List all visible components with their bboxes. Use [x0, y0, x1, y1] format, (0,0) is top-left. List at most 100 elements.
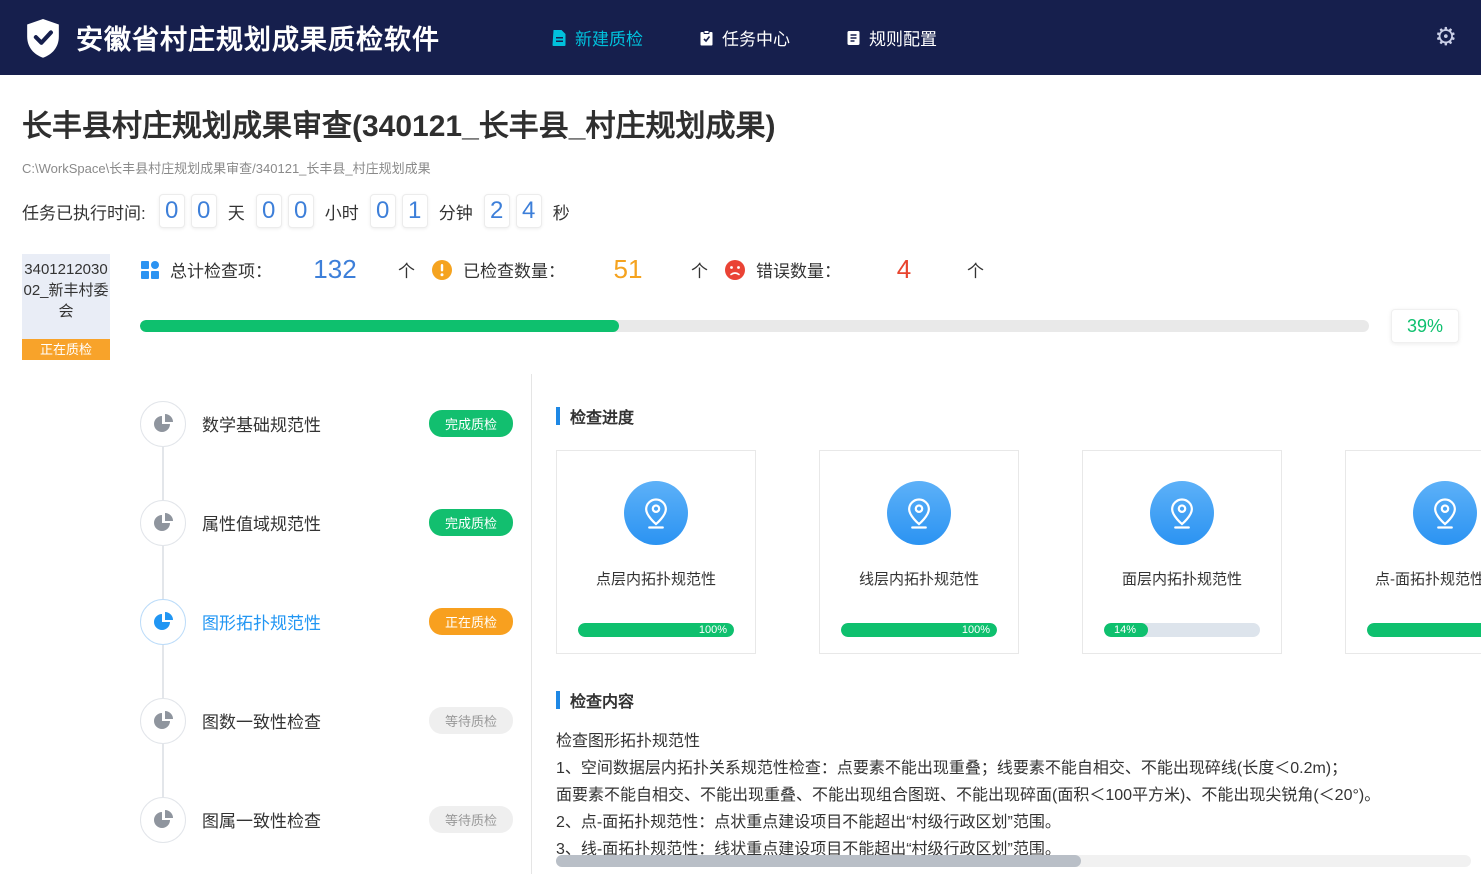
task-name: 340121203002_新丰村委会 [22, 259, 110, 322]
progress-card-line-layer[interactable]: 线层内拓扑规范性 100% [819, 450, 1019, 654]
main-nav: 新建质检 任务中心 规则配置 [552, 25, 937, 50]
card-label: 线层内拓扑规范性 [845, 569, 993, 590]
section-accent-bar [556, 691, 560, 709]
card-progress-percent: 14% [1114, 623, 1136, 637]
map-pin-icon [1150, 481, 1214, 545]
elapsed-time-label: 任务已执行时间: [22, 199, 146, 224]
stat-error-label: 错误数量： [756, 257, 841, 282]
stat-checked-value: 51 [599, 254, 657, 285]
section-accent-bar [556, 407, 560, 425]
check-stage-label: 图属一致性检查 [202, 807, 321, 832]
app-title: 安徽省村庄规划成果质检软件 [76, 18, 440, 57]
overall-progress-percent: 39% [1391, 309, 1459, 343]
status-badge: 等待质检 [429, 707, 513, 734]
check-stage-map-data-consistency[interactable]: 图数一致性检查 等待质检 [140, 671, 531, 770]
warning-icon [431, 259, 453, 281]
card-label: 点层内拓扑规范性 [582, 569, 730, 590]
stat-checked-label: 已检查数量： [463, 257, 565, 282]
shield-logo-icon [24, 17, 62, 59]
summary-main: 总计检查项： 132 个 已检查数量： 51 个 错误数量： 4 个 39% [140, 254, 1459, 360]
elapsed-time: 任务已执行时间: 0 0 天 0 0 小时 0 1 分钟 2 4 秒 [0, 177, 1481, 228]
app-brand: 安徽省村庄规划成果质检软件 [24, 17, 440, 59]
nav-task-center[interactable]: 任务中心 [699, 25, 790, 50]
error-face-icon [724, 259, 746, 281]
card-progress-track: 100% [841, 623, 997, 637]
content-line: 检查图形拓扑规范性 [556, 728, 1447, 755]
workspace-path: C:\WorkSpace\长丰县村庄规划成果审查/340121_长丰县_村庄规划… [22, 158, 1481, 177]
stats-row: 总计检查项： 132 个 已检查数量： 51 个 错误数量： 4 个 [140, 254, 1459, 285]
nav-rule-config[interactable]: 规则配置 [846, 25, 937, 50]
pie-chart-icon [140, 698, 186, 744]
timer-digit: 4 [516, 194, 542, 228]
card-progress-track: 14% [1104, 623, 1260, 637]
page-title: 长丰县村庄规划成果审查(340121_长丰县_村庄规划成果) [22, 101, 1481, 145]
progress-cards: 点层内拓扑规范性 100% 线层内拓扑规范性 100% [556, 450, 1481, 654]
grid-icon [140, 260, 160, 280]
card-progress-fill [1367, 623, 1481, 637]
overall-progress: 39% [140, 309, 1459, 343]
stat-unit: 个 [398, 257, 415, 282]
detail-panel: 检查进度 点层内拓扑规范性 100% 线层内拓扑规范性 [532, 374, 1481, 874]
stat-total-label: 总计检查项： [170, 257, 272, 282]
status-badge: 等待质检 [429, 806, 513, 833]
check-stage-label: 图形拓扑规范性 [202, 609, 321, 634]
map-pin-icon [887, 481, 951, 545]
card-progress-track: 100% [578, 623, 734, 637]
clipboard-check-icon [699, 30, 714, 46]
overall-progress-fill [140, 320, 619, 332]
document-icon [552, 30, 567, 46]
timer-digit: 0 [288, 194, 314, 228]
check-stage-list: 数学基础规范性 完成质检 属性值域规范性 完成质检 图形拓扑规范性 正在质检 图… [140, 374, 531, 874]
pie-chart-icon [140, 797, 186, 843]
status-badge: 完成质检 [429, 410, 513, 437]
horizontal-scrollbar[interactable] [556, 855, 1471, 867]
pie-chart-icon [140, 599, 186, 645]
nav-label: 任务中心 [722, 25, 790, 50]
task-status-badge: 正在质检 [22, 339, 110, 360]
content-line: 1、空间数据层内拓扑关系规范性检查：点要素不能出现重叠；线要素不能自相交、不能出… [556, 755, 1447, 782]
progress-card-polygon-layer[interactable]: 面层内拓扑规范性 14% [1082, 450, 1282, 654]
nav-label: 新建质检 [575, 25, 643, 50]
check-stage-map-attribute-consistency[interactable]: 图属一致性检查 等待质检 [140, 770, 531, 869]
content-split: 数学基础规范性 完成质检 属性值域规范性 完成质检 图形拓扑规范性 正在质检 图… [0, 374, 1481, 874]
timer-digit: 1 [402, 194, 428, 228]
card-label: 点-面拓扑规范性检查 [1361, 569, 1481, 590]
summary-section: 340121203002_新丰村委会 正在质检 总计检查项： 132 个 已检查… [0, 228, 1481, 360]
check-stage-label: 数学基础规范性 [202, 411, 321, 436]
timer-digit: 0 [370, 194, 396, 228]
task-list-item[interactable]: 340121203002_新丰村委会 正在质检 [22, 254, 110, 360]
top-navbar: 安徽省村庄规划成果质检软件 新建质检 任务中心 规则配置 ⚙ [0, 0, 1481, 75]
progress-card-point-polygon[interactable]: 点-面拓扑规范性检查 [1345, 450, 1481, 654]
check-content-text: 检查图形拓扑规范性 1、空间数据层内拓扑关系规范性检查：点要素不能出现重叠；线要… [556, 728, 1481, 863]
content-line: 2、点-面拓扑规范性：点状重点建设项目不能超出“村级行政区划”范围。 [556, 809, 1447, 836]
page-head: 长丰县村庄规划成果审查(340121_长丰县_村庄规划成果) C:\WorkSp… [0, 75, 1481, 177]
timer-digit: 0 [159, 194, 185, 228]
timer-unit-hours: 小时 [325, 199, 359, 224]
rules-document-icon [846, 30, 861, 46]
content-line: 面要素不能自相交、不能出现重叠、不能出现组合图斑、不能出现碎面(面积＜100平方… [556, 782, 1447, 809]
stat-total-value: 132 [306, 254, 364, 285]
check-stage-math-basis[interactable]: 数学基础规范性 完成质检 [140, 374, 531, 473]
settings-gear-icon[interactable]: ⚙ [1435, 25, 1457, 50]
status-badge: 完成质检 [429, 509, 513, 536]
status-badge: 正在质检 [429, 608, 513, 635]
timer-digit: 0 [256, 194, 282, 228]
card-progress-percent: 100% [962, 623, 990, 637]
timer-unit-minutes: 分钟 [439, 199, 473, 224]
timer-digit: 0 [191, 194, 217, 228]
pie-chart-icon [140, 500, 186, 546]
check-stage-attribute-domain[interactable]: 属性值域规范性 完成质检 [140, 473, 531, 572]
stat-unit: 个 [691, 257, 708, 282]
nav-new-inspection[interactable]: 新建质检 [552, 25, 643, 50]
timer-digit: 2 [484, 194, 510, 228]
check-stage-label: 属性值域规范性 [202, 510, 321, 535]
timer-unit-seconds: 秒 [553, 199, 570, 224]
card-progress-percent: 100% [699, 623, 727, 637]
check-stage-topology[interactable]: 图形拓扑规范性 正在质检 [140, 572, 531, 671]
card-label: 面层内拓扑规范性 [1108, 569, 1256, 590]
scrollbar-thumb[interactable] [556, 855, 1081, 867]
overall-progress-track [140, 320, 1369, 332]
progress-card-point-layer[interactable]: 点层内拓扑规范性 100% [556, 450, 756, 654]
map-pin-icon [624, 481, 688, 545]
section-check-content: 检查内容 [556, 688, 1481, 712]
